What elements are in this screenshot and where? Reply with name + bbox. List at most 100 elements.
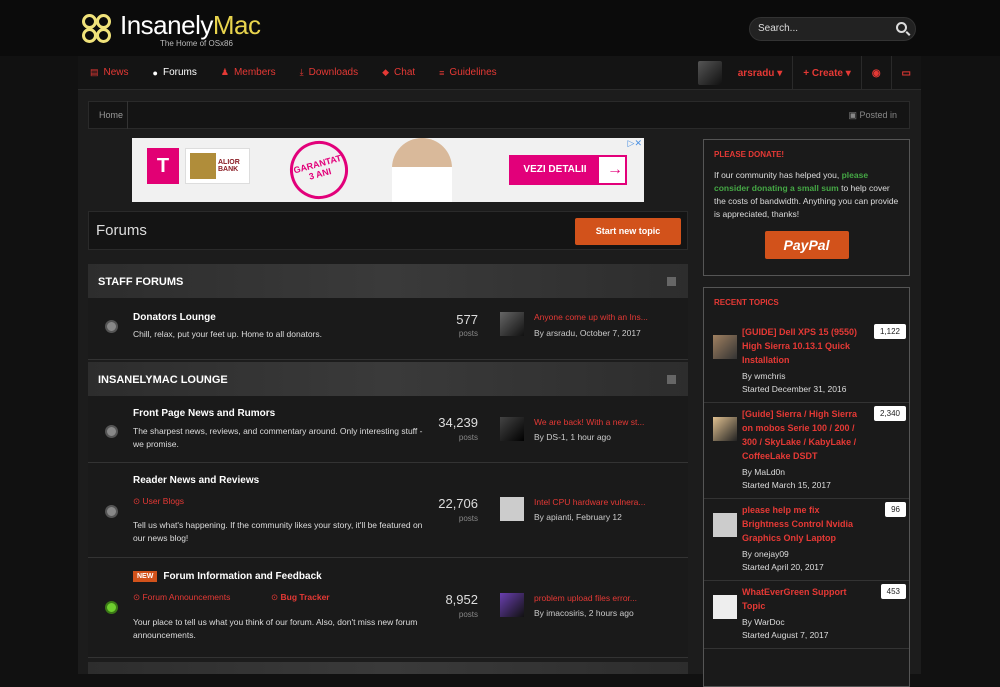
last-post-title[interactable]: Anyone come up with an Ins...: [534, 312, 648, 322]
subforum-link-bug-tracker[interactable]: ⊙ Bug Tracker: [271, 592, 330, 603]
breadcrumb-home[interactable]: Home: [99, 110, 123, 120]
collapse-toggle-icon[interactable]: [667, 375, 676, 384]
forum-title[interactable]: Front Page News and Rumors: [133, 408, 275, 419]
list-item[interactable]: [Guide] Sierra / High Sierra on mobos Se…: [704, 403, 909, 499]
new-badge: NEW: [133, 571, 158, 582]
search-icon[interactable]: [896, 22, 907, 33]
avatar: [697, 61, 722, 85]
forum-status-icon: [105, 505, 118, 518]
paypal-button[interactable]: PayPal: [764, 231, 849, 259]
chat-icon: ◆: [382, 67, 390, 77]
reply-count-badge: 1,122: [873, 324, 906, 339]
nav-guidelines[interactable]: ≡ Guidelines: [427, 56, 509, 90]
category-header: INSANELYMAC LOUNGE: [88, 362, 688, 396]
ad-person-image: [392, 138, 452, 202]
forum-row: NEW Forum Information and Feedback ⊙ Foru…: [88, 558, 688, 658]
search-input[interactable]: Search...: [749, 17, 916, 41]
post-count-label: posts: [458, 610, 478, 619]
topic-author: By onejay09: [742, 549, 789, 559]
nav-chat[interactable]: ◆ Chat: [370, 56, 427, 90]
post-count-label: posts: [458, 514, 478, 523]
topic-author: By wmchris: [742, 371, 786, 381]
nav-downloads[interactable]: ⤓ Downloads: [288, 56, 370, 90]
subforum-link-announcements[interactable]: ⊙ Forum Announcements: [133, 592, 230, 603]
forum-description: Tell us what's happening. If the communi…: [133, 520, 423, 543]
forum-title[interactable]: Forum Information and Feedback: [163, 571, 321, 582]
breadcrumb: Home ▣ Posted in: [88, 101, 910, 129]
site-logo[interactable]: InsanelyMac The Home of OSx86: [80, 12, 261, 48]
subforum-link-user-blogs[interactable]: ⊙ User Blogs: [133, 496, 184, 507]
logo-icon: [80, 14, 114, 46]
topic-title[interactable]: [GUIDE] Dell XPS 15 (9550) High Sierra 1…: [742, 321, 864, 367]
last-post-meta: By DS-1, 1 hour ago: [534, 432, 612, 442]
collapse-toggle-icon[interactable]: [667, 277, 676, 286]
comments-icon: ●: [152, 67, 158, 78]
users-icon: ♟: [220, 67, 229, 77]
main-container: ▤ News ● Forums ♟ Members ⤓ Downloads ◆ Chat …: [78, 56, 921, 687]
list-icon: ≡: [439, 67, 445, 78]
topic-title[interactable]: please help me fix Brightness Control Nv…: [742, 499, 864, 545]
avatar[interactable]: [713, 513, 737, 537]
forum-row: Reader News and Reviews ⊙ User Blogs Tel…: [88, 463, 688, 558]
inbox-icon[interactable]: ▭: [890, 56, 921, 90]
list-item[interactable]: [GUIDE] Dell XPS 15 (9550) High Sierra 1…: [704, 321, 909, 403]
reply-count-badge: 96: [885, 502, 906, 517]
nav-forums[interactable]: ● Forums: [141, 56, 209, 90]
main-nav: ▤ News ● Forums ♟ Members ⤓ Downloads ◆ Chat …: [78, 56, 921, 90]
forum-description: The sharpest news, reviews, and commenta…: [133, 426, 423, 449]
avatar[interactable]: [713, 417, 737, 441]
post-count: 34,239: [438, 415, 478, 430]
last-post-title[interactable]: Intel CPU hardware vulnera...: [534, 497, 646, 507]
guarantee-stamp: GARANTAT 3 ANI: [283, 138, 355, 202]
ad-cta-button[interactable]: VEZI DETALII →: [509, 155, 627, 185]
avatar[interactable]: [500, 593, 524, 617]
forum-title[interactable]: Reader News and Reviews: [133, 475, 259, 486]
forum-status-icon: [105, 320, 118, 333]
avatar[interactable]: [500, 312, 524, 336]
site-subtitle: The Home of OSx86: [160, 39, 233, 48]
user-menu[interactable]: arsradu ▾: [728, 56, 793, 90]
post-count-label: posts: [458, 329, 478, 338]
topic-date: Started August 7, 2017: [742, 630, 829, 640]
topic-date: Started April 20, 2017: [742, 562, 824, 572]
post-count: 8,952: [445, 592, 478, 607]
advertisement-banner[interactable]: T ALIOR BANK GARANTAT 3 ANI VEZI DETALII…: [132, 138, 644, 202]
notifications-icon[interactable]: ◉: [860, 56, 891, 90]
post-count-label: posts: [458, 433, 478, 442]
last-post-title[interactable]: problem upload files error...: [534, 593, 637, 603]
newspaper-icon: ▤: [90, 67, 99, 77]
list-item[interactable]: please help me fix Brightness Control Nv…: [704, 499, 909, 581]
page-header: Forums Start new topic: [88, 211, 688, 250]
download-icon: ⤓: [299, 67, 304, 77]
forum-row: Front Page News and Rumors The sharpest …: [88, 396, 688, 463]
user-avatar-link[interactable]: [692, 56, 728, 90]
topic-author: By MaLd0n: [742, 467, 785, 477]
topic-title[interactable]: WhatEverGreen Support Topic: [742, 581, 864, 613]
telekom-logo: T: [147, 148, 179, 184]
avatar[interactable]: [500, 417, 524, 441]
reply-count-badge: 2,340: [873, 406, 906, 421]
list-item[interactable]: WhatEverGreen Support Topic By WarDoc St…: [704, 581, 909, 649]
avatar[interactable]: [713, 595, 737, 619]
alior-bank-logo: ALIOR BANK: [185, 148, 250, 184]
last-post-title[interactable]: We are back! With a new st...: [534, 417, 644, 427]
topic-date: Started December 31, 2016: [742, 384, 847, 394]
arrow-right-icon: →: [607, 161, 623, 178]
forum-title[interactable]: Donators Lounge: [133, 312, 216, 323]
start-topic-button[interactable]: Start new topic: [575, 218, 681, 245]
avatar[interactable]: [713, 335, 737, 359]
post-count: 22,706: [438, 496, 478, 511]
topic-title[interactable]: [Guide] Sierra / High Sierra on mobos Se…: [742, 403, 864, 463]
reply-count-badge: 453: [880, 584, 906, 599]
create-menu[interactable]: + Create ▾: [792, 56, 861, 90]
nav-members[interactable]: ♟ Members: [209, 56, 288, 90]
ad-close-icon[interactable]: ▷✕: [628, 138, 642, 149]
forum-description: Chill, relax, put your feet up. Home to …: [133, 329, 322, 339]
donate-title: PLEASE DONATE!: [714, 150, 785, 159]
topic-date: Started March 15, 2017: [742, 480, 831, 490]
recent-topics-widget: RECENT TOPICS [GUIDE] Dell XPS 15 (9550)…: [703, 287, 910, 687]
posted-in-link[interactable]: ▣ Posted in: [848, 110, 897, 121]
page-title: Forums: [96, 222, 147, 239]
avatar[interactable]: [500, 497, 524, 521]
nav-news[interactable]: ▤ News: [78, 56, 141, 90]
